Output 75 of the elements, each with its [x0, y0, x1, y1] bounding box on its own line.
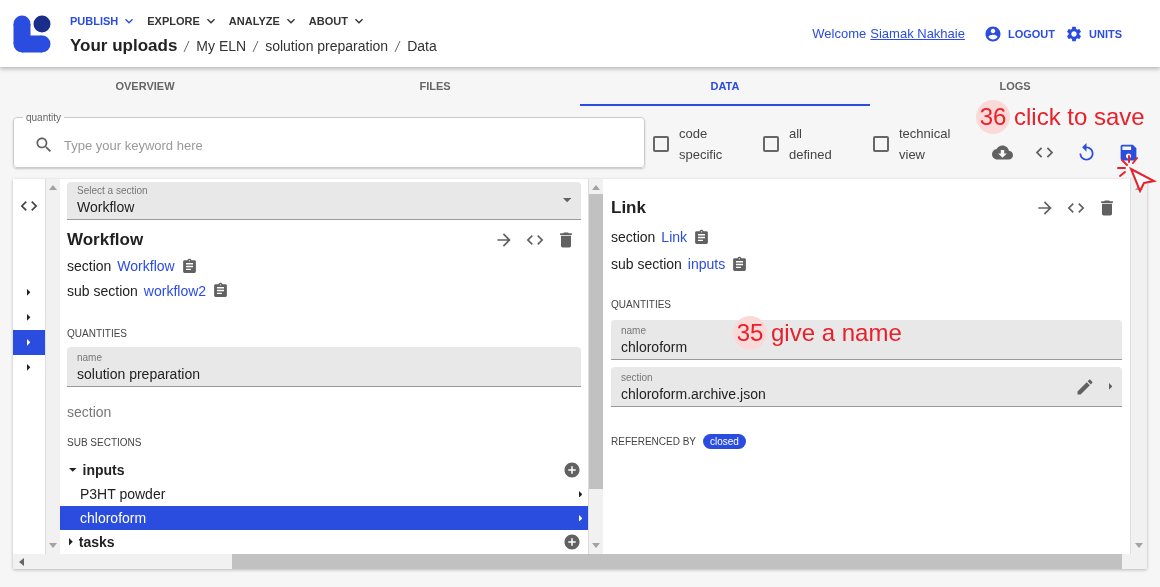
text-field[interactable]: name solution preparation — [67, 347, 581, 388]
dropdown-caret-icon — [562, 198, 571, 203]
tree-node-label[interactable]: inputs — [82, 462, 563, 478]
section-link[interactable]: Workflow — [117, 258, 175, 275]
settings-icon — [1065, 24, 1083, 43]
units-button[interactable]: UNITS — [1065, 24, 1122, 43]
checkbox-label: code specific — [679, 124, 724, 164]
clipboard-icon[interactable] — [693, 228, 711, 246]
clipboard-icon[interactable] — [731, 255, 749, 273]
checkbox-label: all defined — [789, 124, 833, 164]
property-label: sub section — [611, 256, 682, 272]
tab[interactable]: DATA — [580, 67, 870, 106]
horizontal-scrollbar[interactable] — [13, 554, 1147, 569]
add-icon[interactable] — [563, 533, 581, 551]
section-select[interactable]: Select a section Workflow — [67, 182, 581, 220]
scrollbar[interactable] — [45, 179, 60, 554]
reference-field[interactable]: section chloroform.archive.json — [611, 367, 1122, 407]
sub-section-link[interactable]: workflow2 — [143, 282, 207, 299]
add-icon[interactable] — [563, 461, 581, 479]
app-logo[interactable] — [13, 14, 51, 53]
section-heading: QUANTITIES — [67, 327, 128, 341]
caret-right-icon[interactable] — [69, 538, 73, 546]
caret-right-icon — [27, 289, 31, 296]
checkbox[interactable] — [763, 135, 779, 152]
section-link[interactable]: Link — [661, 229, 688, 245]
search-icon — [34, 135, 54, 155]
section-title: Workflow — [67, 229, 145, 250]
tree-item[interactable]: P3HT powder — [60, 482, 588, 506]
breadcrumb-separator-icon — [252, 39, 260, 53]
property-label: section — [611, 229, 656, 245]
property-label: sub section — [67, 282, 138, 299]
nav-menu[interactable]: PUBLISH — [70, 13, 138, 29]
checkbox-label: technical view — [899, 124, 951, 164]
checkbox[interactable] — [653, 135, 669, 152]
caret-right-icon — [578, 514, 582, 522]
step-number: 36 — [976, 100, 1010, 134]
breadcrumb-link[interactable]: solution preparation — [265, 38, 389, 54]
clipboard-icon[interactable] — [180, 257, 198, 275]
section-heading: REFERENCED BY — [611, 436, 696, 447]
property-label: section — [67, 258, 112, 275]
clipboard-icon[interactable] — [212, 282, 230, 300]
nav-menu[interactable]: ANALYZE — [228, 13, 299, 29]
quantity-label: section — [67, 404, 113, 421]
nav-menu[interactable]: EXPLORE — [147, 13, 219, 29]
breadcrumb-separator-icon — [394, 39, 402, 53]
account-icon — [983, 24, 1002, 43]
breadcrumb-link[interactable]: My ELN — [196, 38, 247, 54]
logout-button[interactable]: LOGOUT — [983, 24, 1055, 43]
search-field[interactable]: quantity Type your keyword here — [13, 112, 645, 168]
annotation-text: give a name — [771, 319, 902, 347]
reference-chip[interactable]: closed — [703, 434, 746, 449]
caret-right-icon — [27, 339, 31, 346]
tree-node-label[interactable]: tasks — [78, 534, 563, 550]
welcome-text: Welcome — [812, 26, 867, 41]
section-heading: QUANTITIES — [611, 299, 672, 312]
breadcrumb-link[interactable]: Your uploads — [70, 36, 178, 56]
breadcrumb-separator-icon — [183, 39, 191, 53]
sub-section-link[interactable]: inputs — [687, 256, 726, 272]
caret-right-icon — [578, 490, 582, 498]
tree-item[interactable]: chloroform — [60, 506, 588, 530]
cursor-icon — [1117, 155, 1157, 193]
section-heading: SUB SECTIONS — [67, 437, 143, 450]
annotation-text: click to save — [1014, 103, 1145, 131]
checkbox[interactable] — [873, 135, 889, 152]
scrollbar[interactable] — [1130, 179, 1147, 554]
user-link[interactable]: Siamak Nakhaie — [870, 26, 965, 41]
caret-down-icon[interactable] — [69, 468, 77, 472]
scrollbar[interactable] — [588, 179, 603, 554]
nav-menu[interactable]: ABOUT — [308, 13, 367, 29]
tab[interactable]: FILES — [290, 67, 580, 106]
caret-right-icon — [1108, 383, 1112, 390]
section-title: Link — [611, 198, 647, 218]
tab[interactable]: OVERVIEW — [0, 67, 290, 106]
caret-right-icon — [27, 364, 31, 371]
caret-right-icon — [27, 314, 31, 321]
